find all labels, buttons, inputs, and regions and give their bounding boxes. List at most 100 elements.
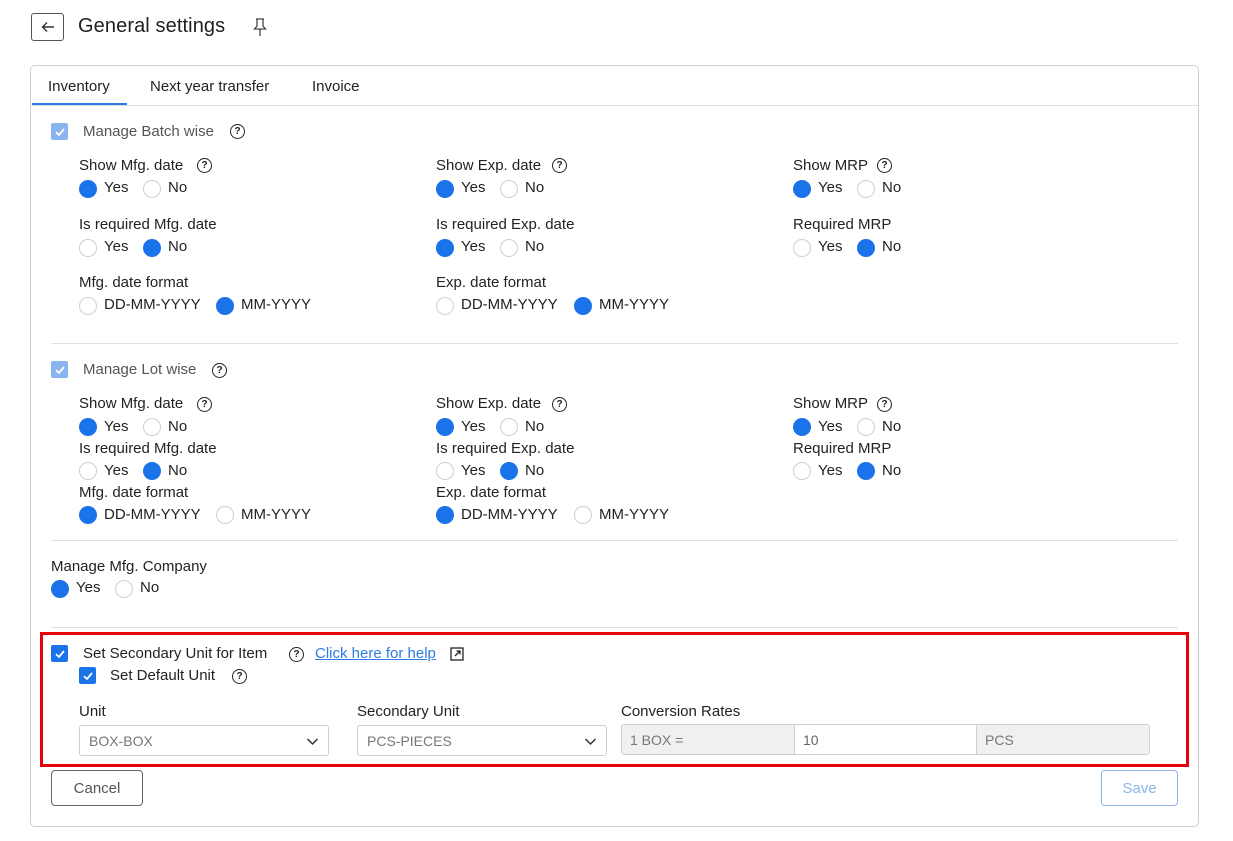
help-icon[interactable]: ? bbox=[232, 669, 247, 684]
radio-label: No bbox=[882, 418, 902, 435]
batch-req-mrp-label: Required MRP bbox=[793, 216, 892, 233]
radio-label: No bbox=[525, 179, 545, 196]
batch-show-exp-yes-radio[interactable] bbox=[436, 180, 454, 198]
batch-show-mfg-yes-radio[interactable] bbox=[79, 180, 97, 198]
lot-req-exp-no-radio[interactable] bbox=[500, 462, 518, 480]
unit-select-value: BOX-BOX bbox=[89, 733, 153, 749]
radio-label: No bbox=[168, 179, 188, 196]
lot-mfg-format-ddmmyyyy-radio[interactable] bbox=[79, 506, 97, 524]
lot-mfg-format-mmyyyy-radio[interactable] bbox=[216, 506, 234, 524]
lot-exp-format-mmyyyy-radio[interactable] bbox=[574, 506, 592, 524]
help-icon[interactable]: ? bbox=[552, 158, 567, 173]
lot-req-exp-label: Is required Exp. date bbox=[436, 440, 575, 457]
lot-show-mfg-yes-radio[interactable] bbox=[79, 418, 97, 436]
manage-batch-label: Manage Batch wise bbox=[83, 123, 214, 140]
batch-req-mfg-yes-radio[interactable] bbox=[79, 239, 97, 257]
manage-batch-checkbox[interactable] bbox=[51, 123, 68, 140]
tab-invoice[interactable]: Invoice bbox=[312, 78, 360, 95]
radio-label: No bbox=[140, 579, 160, 596]
radio-label: Yes bbox=[104, 238, 129, 255]
radio-label: No bbox=[525, 238, 545, 255]
radio-label: No bbox=[525, 462, 545, 479]
radio-label: MM-YYYY bbox=[241, 296, 312, 313]
batch-show-mrp-yes-radio[interactable] bbox=[793, 180, 811, 198]
divider bbox=[51, 540, 1178, 541]
help-link[interactable]: Click here for help bbox=[315, 645, 436, 662]
lot-show-mrp-no-radio[interactable] bbox=[857, 418, 875, 436]
lot-exp-format-ddmmyyyy-radio[interactable] bbox=[436, 506, 454, 524]
help-icon[interactable]: ? bbox=[877, 158, 892, 173]
radio-label: DD-MM-YYYY bbox=[104, 506, 201, 523]
checkmark-icon bbox=[54, 649, 65, 658]
checkmark-icon bbox=[82, 671, 93, 680]
tab-bar: Inventory Next year transfer Invoice bbox=[31, 66, 1198, 106]
radio-label: MM-YYYY bbox=[599, 296, 670, 313]
lot-req-mfg-no-radio[interactable] bbox=[143, 462, 161, 480]
manage-lot-checkbox[interactable] bbox=[51, 361, 68, 378]
back-button[interactable] bbox=[31, 13, 64, 41]
manage-lot-label: Manage Lot wise bbox=[83, 361, 197, 378]
pin-icon[interactable] bbox=[252, 17, 268, 37]
radio-label: Yes bbox=[104, 418, 129, 435]
batch-req-mrp-no-radio[interactable] bbox=[857, 239, 875, 257]
radio-label: DD-MM-YYYY bbox=[461, 506, 558, 523]
help-icon[interactable]: ? bbox=[289, 647, 304, 662]
help-icon[interactable]: ? bbox=[197, 397, 212, 412]
batch-exp-format-ddmmyyyy-radio[interactable] bbox=[436, 297, 454, 315]
secondary-unit-select-value: PCS-PIECES bbox=[367, 733, 452, 749]
lot-show-exp-yes-radio[interactable] bbox=[436, 418, 454, 436]
lot-show-mrp-yes-radio[interactable] bbox=[793, 418, 811, 436]
batch-req-exp-no-radio[interactable] bbox=[500, 239, 518, 257]
batch-mfg-format-mmyyyy-radio[interactable] bbox=[216, 297, 234, 315]
unit-select[interactable]: BOX-BOX bbox=[79, 725, 329, 756]
batch-req-mrp-yes-radio[interactable] bbox=[793, 239, 811, 257]
lot-show-mfg-no-radio[interactable] bbox=[143, 418, 161, 436]
secondary-unit-checkbox[interactable] bbox=[51, 645, 68, 662]
lot-req-mfg-yes-radio[interactable] bbox=[79, 462, 97, 480]
lot-show-mfg-label: Show Mfg. date bbox=[79, 395, 184, 412]
lot-show-exp-label: Show Exp. date bbox=[436, 395, 542, 412]
secondary-unit-select[interactable]: PCS-PIECES bbox=[357, 725, 607, 756]
batch-show-exp-no-radio[interactable] bbox=[500, 180, 518, 198]
mfg-company-yes-radio[interactable] bbox=[51, 580, 69, 598]
radio-label: Yes bbox=[818, 238, 843, 255]
page-title: General settings bbox=[78, 15, 226, 37]
radio-label: Yes bbox=[461, 418, 486, 435]
conversion-qty-input[interactable]: 10 bbox=[795, 725, 977, 754]
lot-req-mrp-yes-radio[interactable] bbox=[793, 462, 811, 480]
tab-inventory[interactable]: Inventory bbox=[32, 78, 127, 105]
radio-label: Yes bbox=[104, 462, 129, 479]
lot-show-exp-no-radio[interactable] bbox=[500, 418, 518, 436]
radio-label: No bbox=[168, 238, 188, 255]
chevron-down-icon bbox=[306, 738, 319, 746]
batch-exp-format-mmyyyy-radio[interactable] bbox=[574, 297, 592, 315]
batch-req-mfg-no-radio[interactable] bbox=[143, 239, 161, 257]
tab-next-year-transfer[interactable]: Next year transfer bbox=[150, 78, 269, 95]
mfg-company-no-radio[interactable] bbox=[115, 580, 133, 598]
help-icon[interactable]: ? bbox=[877, 397, 892, 412]
external-link-icon[interactable] bbox=[450, 647, 464, 661]
radio-label: Yes bbox=[818, 179, 843, 196]
batch-show-mfg-no-radio[interactable] bbox=[143, 180, 161, 198]
help-icon[interactable]: ? bbox=[230, 124, 245, 139]
batch-show-exp-label: Show Exp. date bbox=[436, 157, 542, 174]
divider bbox=[51, 343, 1178, 344]
secondary-unit-field-label: Secondary Unit bbox=[357, 703, 460, 720]
lot-req-mrp-no-radio[interactable] bbox=[857, 462, 875, 480]
lot-req-exp-yes-radio[interactable] bbox=[436, 462, 454, 480]
help-icon[interactable]: ? bbox=[552, 397, 567, 412]
help-icon[interactable]: ? bbox=[212, 363, 227, 378]
help-icon[interactable]: ? bbox=[197, 158, 212, 173]
radio-label: DD-MM-YYYY bbox=[104, 296, 201, 313]
conversion-rates-group: 1 BOX = 10 PCS bbox=[621, 724, 1150, 755]
radio-label: Yes bbox=[461, 462, 486, 479]
save-button[interactable]: Save bbox=[1101, 770, 1178, 806]
default-unit-checkbox[interactable] bbox=[79, 667, 96, 684]
radio-label: MM-YYYY bbox=[241, 506, 312, 523]
cancel-button[interactable]: Cancel bbox=[51, 770, 143, 806]
mfg-company-label: Manage Mfg. Company bbox=[51, 558, 207, 575]
batch-mfg-format-ddmmyyyy-radio[interactable] bbox=[79, 297, 97, 315]
batch-show-mrp-no-radio[interactable] bbox=[857, 180, 875, 198]
radio-label: No bbox=[168, 462, 188, 479]
batch-req-exp-yes-radio[interactable] bbox=[436, 239, 454, 257]
